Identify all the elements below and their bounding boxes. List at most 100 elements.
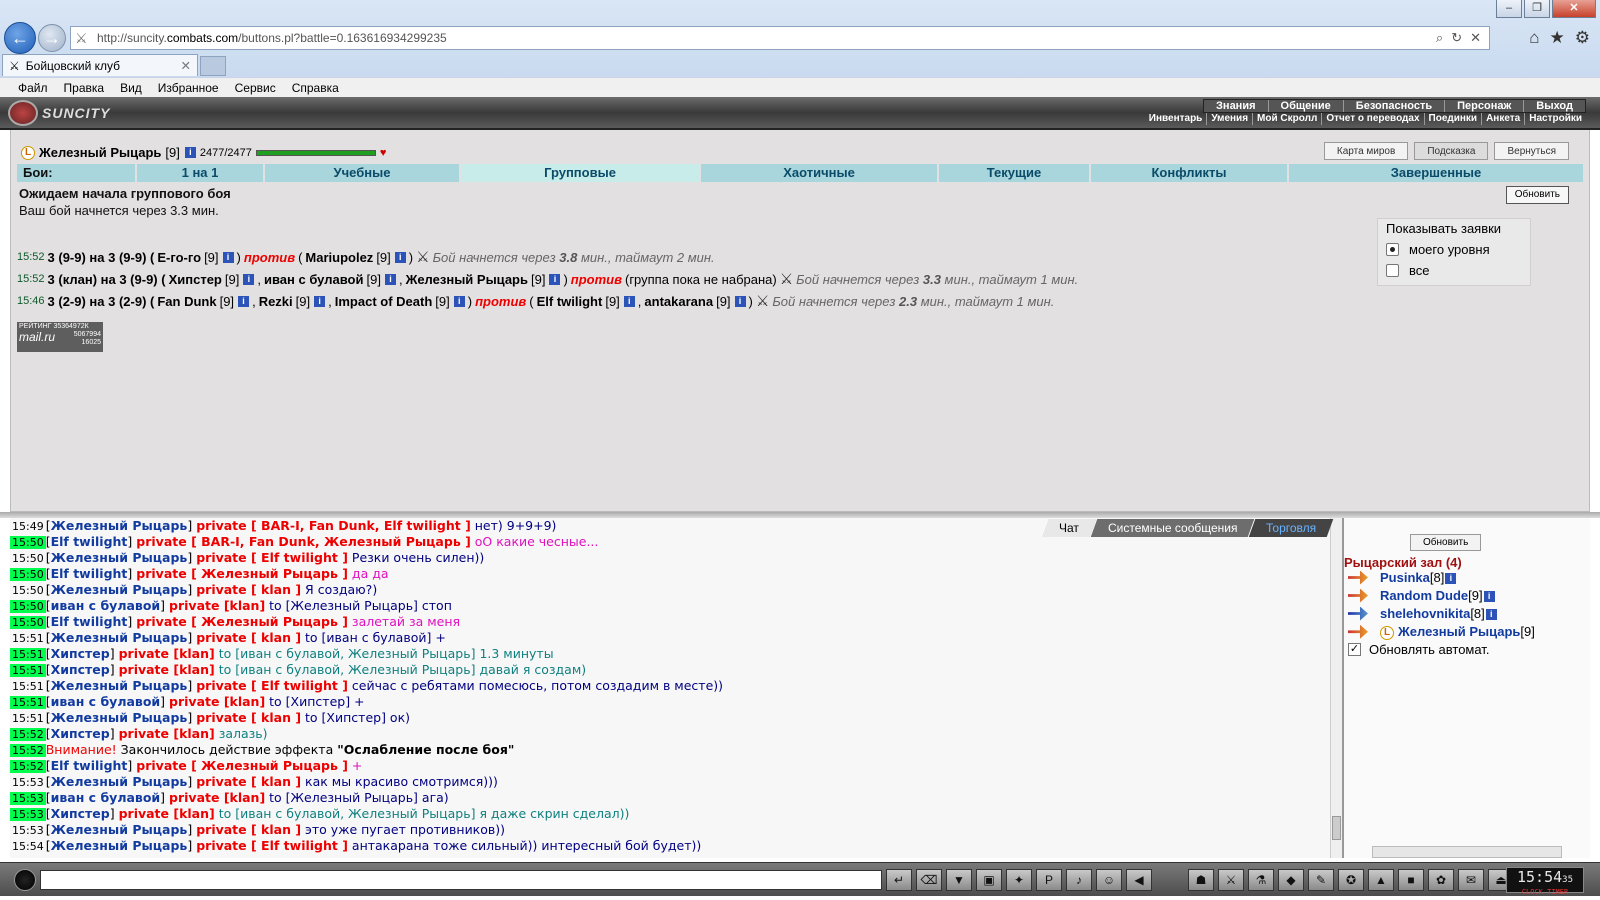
- home-icon[interactable]: ⌂: [1529, 28, 1539, 48]
- private-recipients[interactable]: private [klan]: [119, 662, 215, 677]
- sender-name[interactable]: Elf twilight: [51, 614, 128, 629]
- player-name[interactable]: Pusinka: [1380, 570, 1430, 585]
- info-icon[interactable]: i: [1485, 609, 1497, 621]
- player-name[interactable]: Железный Рыцарь: [39, 145, 161, 160]
- sender-name[interactable]: Железный Рыцарь: [51, 678, 188, 693]
- tab-training[interactable]: Учебные: [265, 164, 461, 182]
- fighter-name[interactable]: Хипстер: [169, 272, 222, 287]
- room-scrollbar[interactable]: [1372, 846, 1562, 858]
- menu-view[interactable]: Вид: [120, 81, 142, 95]
- scroll-thumb[interactable]: [1332, 816, 1341, 840]
- sender-name[interactable]: иван с булавой: [51, 790, 161, 805]
- sender-name[interactable]: Хипстер: [51, 806, 110, 821]
- info-icon[interactable]: i: [1483, 591, 1495, 603]
- radio-my-level[interactable]: [1386, 243, 1399, 256]
- sub-menu-item[interactable]: Настройки: [1525, 113, 1586, 125]
- favorites-star-icon[interactable]: ★: [1550, 28, 1565, 48]
- sender-name[interactable]: Железный Рыцарь: [51, 822, 188, 837]
- potion-icon[interactable]: ⚗: [1248, 869, 1274, 891]
- private-recipients[interactable]: private [ klan ]: [196, 582, 301, 597]
- sender-name[interactable]: Железный Рыцарь: [51, 710, 188, 725]
- menu-favorites[interactable]: Избранное: [158, 81, 219, 95]
- sender-name[interactable]: Железный Рыцарь: [51, 838, 188, 853]
- info-icon[interactable]: i: [243, 273, 255, 285]
- top-menu-item[interactable]: Знания: [1204, 100, 1269, 112]
- fighter-name[interactable]: Железный Рыцарь: [406, 272, 528, 287]
- return-button[interactable]: Вернуться: [1494, 142, 1569, 160]
- action-arrow-icon[interactable]: [1348, 570, 1368, 585]
- eraser-icon[interactable]: ⌫: [916, 869, 942, 891]
- tab-conflicts[interactable]: Конфликты: [1091, 164, 1289, 182]
- fighter-name[interactable]: Rezki: [259, 294, 293, 309]
- stop-icon[interactable]: ✕: [1470, 30, 1481, 46]
- bag-icon[interactable]: ☗: [1188, 869, 1214, 891]
- chat-mode-icon[interactable]: [14, 869, 36, 891]
- browser-tab[interactable]: ⚔ Бойцовский клуб ✕: [2, 54, 198, 76]
- sender-name[interactable]: Хипстер: [51, 646, 110, 661]
- sender-name[interactable]: Elf twilight: [51, 534, 128, 549]
- skills-icon[interactable]: ✪: [1338, 869, 1364, 891]
- tab-group[interactable]: Групповые: [461, 164, 701, 182]
- fighter-name[interactable]: Impact of Death: [335, 294, 433, 309]
- new-tab-button[interactable]: [200, 56, 226, 76]
- private-recipients[interactable]: private [klan]: [169, 598, 265, 613]
- info-icon[interactable]: i: [549, 273, 561, 285]
- sub-menu-item[interactable]: Инвентарь: [1145, 113, 1208, 125]
- hint-button[interactable]: Подсказка: [1414, 142, 1489, 160]
- sender-name[interactable]: иван с булавой: [51, 598, 161, 613]
- private-recipients[interactable]: private [ Железный Рыцарь ]: [136, 566, 348, 581]
- info-icon[interactable]: i: [1445, 573, 1457, 585]
- treasure-icon[interactable]: ◆: [1278, 869, 1304, 891]
- info-icon[interactable]: i: [453, 295, 465, 307]
- sender-name[interactable]: Железный Рыцарь: [51, 550, 188, 565]
- chat-scrollbar[interactable]: [1330, 518, 1342, 858]
- tab-chaotic[interactable]: Хаотичные: [701, 164, 939, 182]
- room-player[interactable]: Random Dude[9] i: [1348, 588, 1495, 603]
- player-name[interactable]: Random Dude: [1380, 588, 1468, 603]
- crossed-swords-icon[interactable]: ⚔: [416, 248, 429, 266]
- private-recipients[interactable]: private [klan]: [169, 694, 265, 709]
- save-icon[interactable]: ▣: [976, 869, 1002, 891]
- tab-trade[interactable]: Торговля: [1248, 519, 1334, 537]
- crossed-swords-icon[interactable]: ⚔: [756, 292, 769, 310]
- private-recipients[interactable]: private [klan]: [119, 646, 215, 661]
- site-logo[interactable]: SUNCITY: [8, 99, 158, 127]
- private-recipients[interactable]: private [ Elf twilight ]: [196, 678, 348, 693]
- filter-icon[interactable]: ▼: [946, 869, 972, 891]
- info-icon[interactable]: i: [394, 251, 406, 263]
- maximize-button[interactable]: ❐: [1524, 0, 1550, 18]
- tab-current[interactable]: Текущие: [939, 164, 1091, 182]
- close-window-button[interactable]: ✕: [1552, 0, 1596, 18]
- sender-name[interactable]: Elf twilight: [51, 758, 128, 773]
- minimize-button[interactable]: –: [1496, 0, 1522, 18]
- refresh-button[interactable]: Обновить: [1505, 186, 1569, 204]
- top-menu-item[interactable]: Персонаж: [1445, 100, 1525, 112]
- forward-button[interactable]: →: [38, 24, 66, 52]
- mailru-counter[interactable]: РЕЙТИНГ 35364972К mail.ru 5067994 16025: [17, 322, 103, 352]
- pet-icon[interactable]: ✿: [1428, 869, 1454, 891]
- private-recipients[interactable]: private [ Железный Рыцарь ]: [136, 758, 348, 773]
- room-player[interactable]: L Железный Рыцарь[9]: [1348, 624, 1535, 640]
- refresh-icon[interactable]: ↻: [1451, 30, 1462, 46]
- room-player[interactable]: shelehovnikita[8] i: [1348, 606, 1497, 621]
- smiley-icon[interactable]: ☺: [1096, 869, 1122, 891]
- sub-menu-item[interactable]: Мой Скролл: [1253, 113, 1323, 125]
- send-icon[interactable]: ↵: [886, 869, 912, 891]
- fighter-name[interactable]: Fan Dunk: [157, 294, 216, 309]
- sword-icon[interactable]: ⚔: [1218, 869, 1244, 891]
- player-name[interactable]: Железный Рыцарь: [1398, 624, 1520, 639]
- private-recipients[interactable]: private [klan]: [119, 726, 215, 741]
- private-recipients[interactable]: private [ klan ]: [196, 710, 301, 725]
- info-icon[interactable]: i: [384, 273, 396, 285]
- search-icon[interactable]: ⌕: [1436, 30, 1443, 46]
- sub-menu-item[interactable]: Умения: [1207, 113, 1254, 125]
- info-icon[interactable]: i: [734, 295, 746, 307]
- fighter-name[interactable]: antakarana: [644, 294, 713, 309]
- sub-menu-item[interactable]: Поединки: [1425, 113, 1483, 125]
- scroll-icon[interactable]: ✎: [1308, 869, 1334, 891]
- action-arrow-icon[interactable]: [1348, 624, 1368, 639]
- private-recipients[interactable]: private [ klan ]: [196, 774, 301, 789]
- mail-icon[interactable]: ✉: [1458, 869, 1484, 891]
- private-icon[interactable]: P: [1036, 869, 1062, 891]
- sender-name[interactable]: Железный Рыцарь: [51, 774, 188, 789]
